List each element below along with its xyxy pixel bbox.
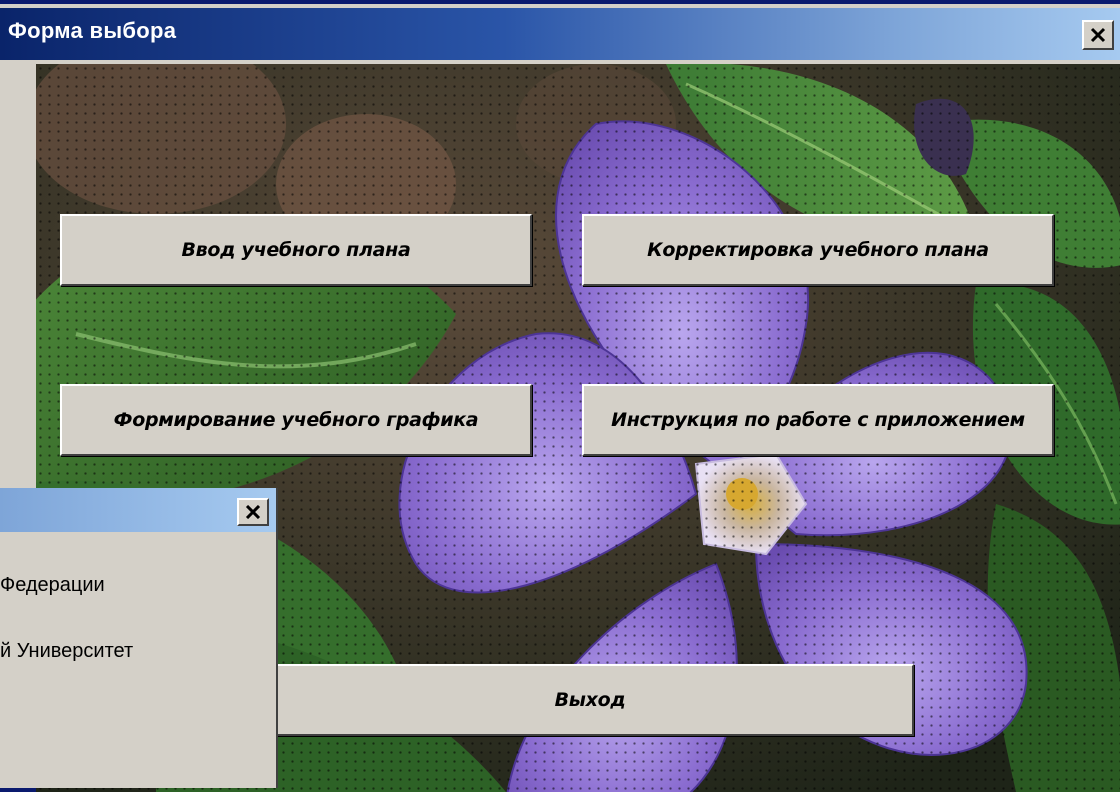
close-icon — [1090, 27, 1106, 43]
window-title: Форма выбора — [8, 18, 177, 43]
background-window-title-bar[interactable] — [0, 488, 276, 532]
background-window-text-line: Федерации — [0, 574, 105, 596]
background-window-close-button[interactable] — [237, 498, 269, 526]
close-button[interactable] — [1082, 20, 1114, 50]
correct-plan-button[interactable]: Корректировка учебного плана — [582, 214, 1054, 286]
background-window-text-line: й Университет — [0, 640, 134, 662]
background-window: Федерации й Университет — [0, 488, 278, 788]
title-bar[interactable]: Форма выбора — [0, 8, 1120, 60]
instructions-button[interactable]: Инструкция по работе с приложением — [582, 384, 1054, 456]
close-icon — [245, 505, 261, 519]
enter-plan-button[interactable]: Ввод учебного плана — [60, 214, 532, 286]
exit-button[interactable]: Выход — [266, 664, 914, 736]
form-schedule-button[interactable]: Формирование учебного графика — [60, 384, 532, 456]
